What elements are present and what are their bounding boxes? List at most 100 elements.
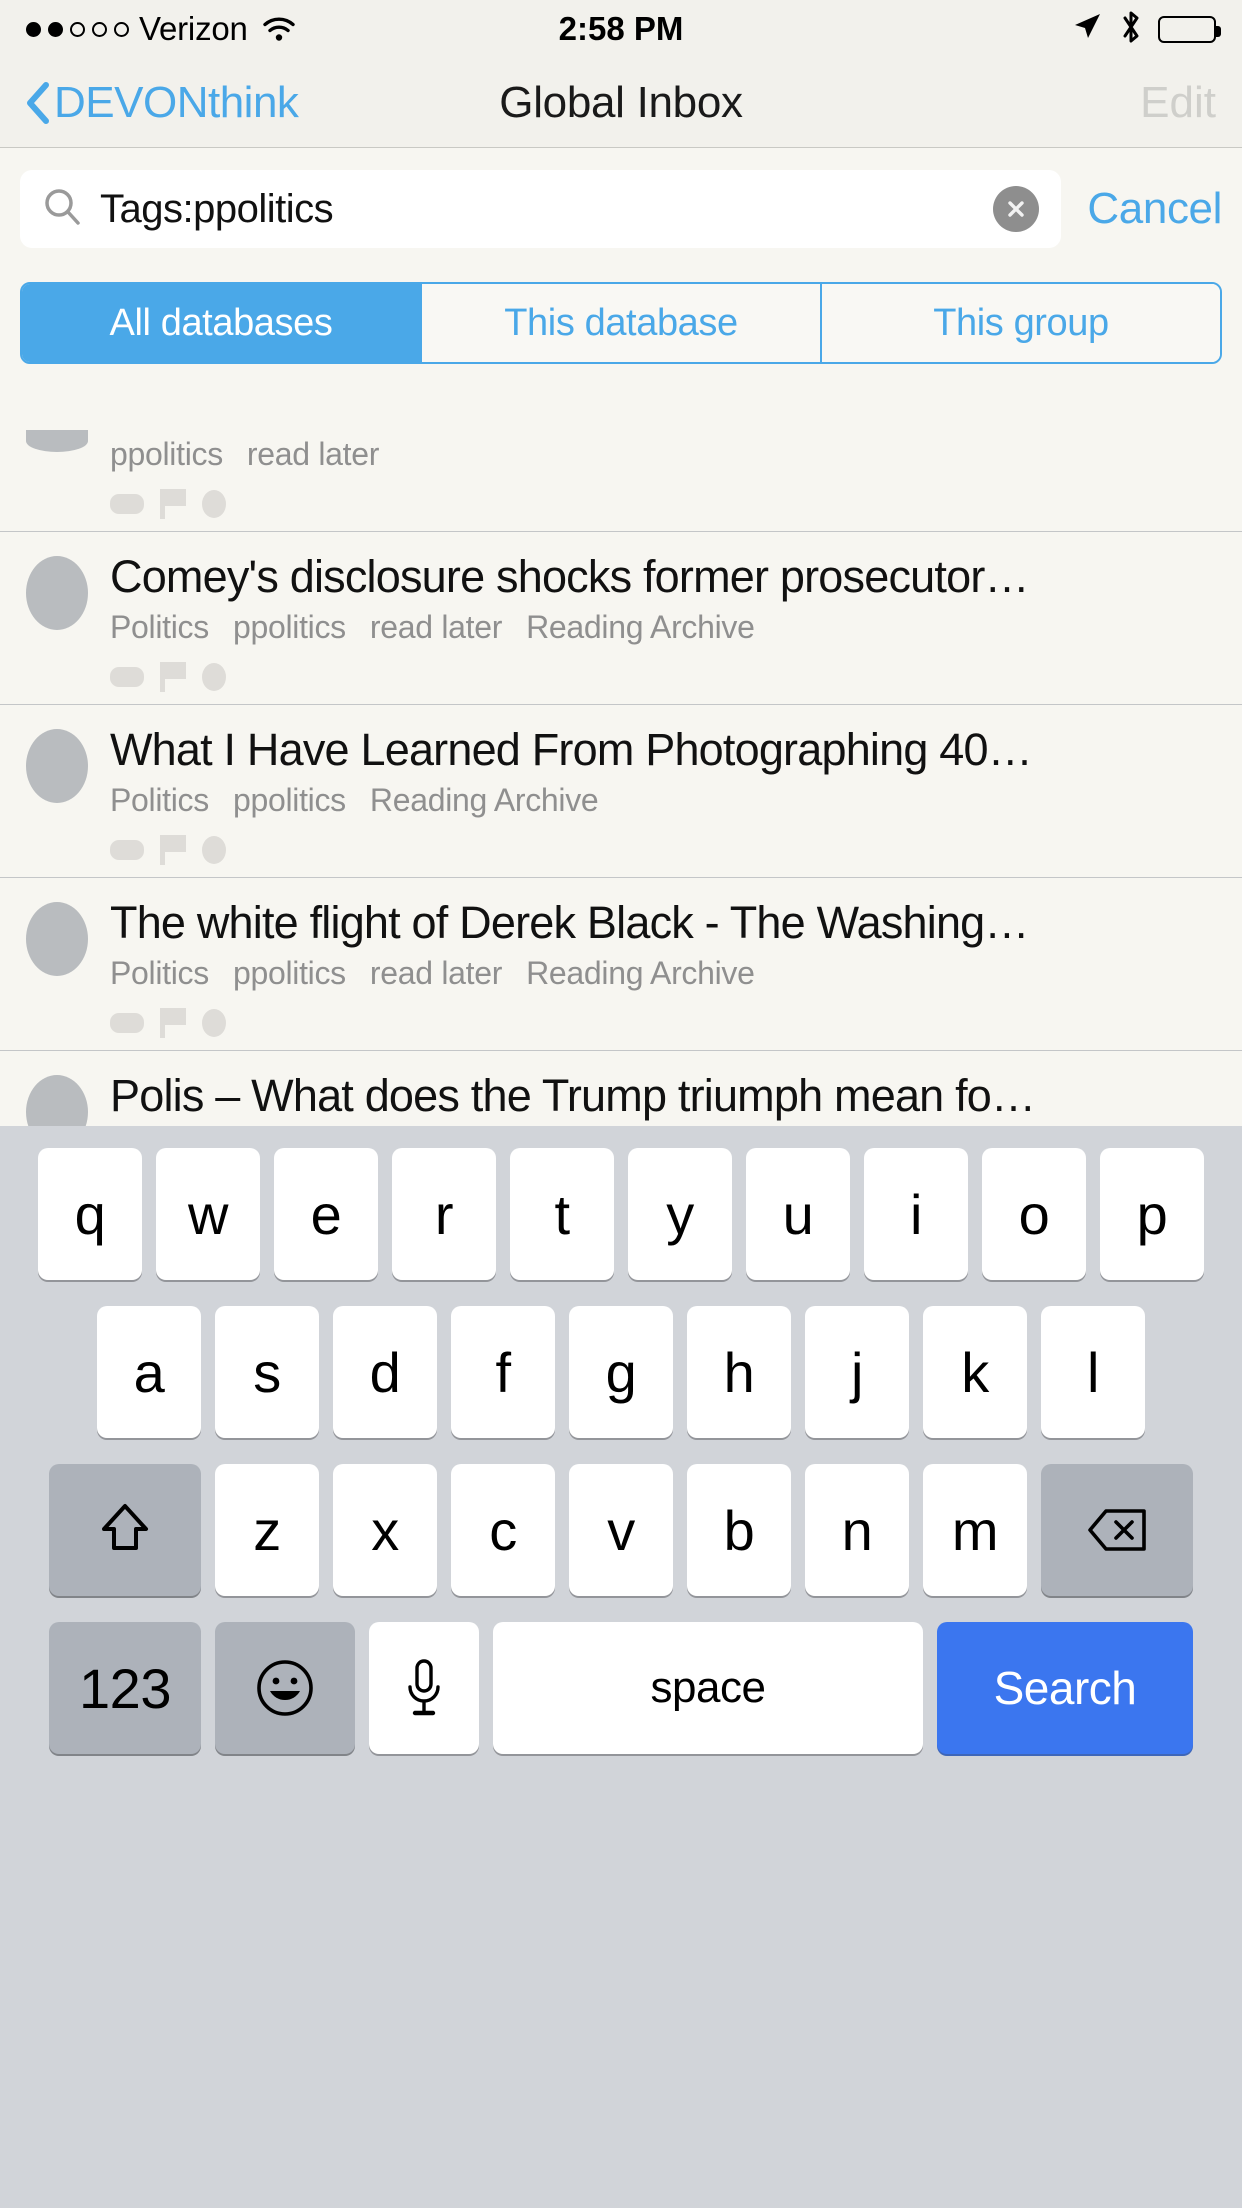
key-p[interactable]: p [1100,1148,1204,1280]
key-i[interactable]: i [864,1148,968,1280]
key-e[interactable]: e [274,1148,378,1280]
dot-icon [202,663,226,692]
key-j[interactable]: j [805,1306,909,1438]
result-tag: read later [369,609,503,646]
space-key[interactable]: space [493,1622,923,1754]
dictation-key[interactable] [369,1622,479,1754]
key-x[interactable]: x [333,1464,437,1596]
search-input-value[interactable]: Tags:ppolitics [100,187,975,232]
result-row[interactable]: The white flight of Derek Black - The Wa… [0,878,1242,1052]
label-icon [110,494,144,514]
key-b[interactable]: b [687,1464,791,1596]
key-z[interactable]: z [215,1464,319,1596]
result-tags: Politics ppolitics read later Reading Archi… [110,609,1216,646]
key-n[interactable]: n [805,1464,909,1596]
status-bar-right [1070,9,1221,50]
result-row-body: What I Have Learned From Photographing 4… [110,723,1216,866]
signal-dot-1 [26,21,41,37]
scope-segment-2[interactable]: This group [822,284,1220,362]
search-return-key[interactable]: Search [937,1622,1193,1754]
back-button-label: DEVONthink [54,77,299,127]
result-row[interactable]: Comey's disclosure shocks former prosecu… [0,532,1242,706]
result-tag: read later [369,955,503,992]
scope-segment-1[interactable]: This database [422,284,822,362]
result-tags: Politics ppolitics Reading Archive [110,782,1216,819]
result-badges [110,489,1216,519]
dot-icon [202,490,226,518]
flag-icon [160,662,186,693]
key-u[interactable]: u [746,1148,850,1280]
key-k[interactable]: k [923,1306,1027,1438]
result-tag: Politics [110,955,209,992]
clear-search-button[interactable] [993,186,1040,232]
chevron-left-icon [26,81,50,124]
key-g[interactable]: g [569,1306,673,1438]
key-f[interactable]: f [451,1306,555,1438]
result-tag: Politics [110,609,209,646]
search-bar: Tags:ppolitics Cancel [0,148,1242,248]
key-s[interactable]: s [215,1306,319,1438]
emoji-key[interactable] [215,1622,355,1754]
result-tag: Reading Archive [526,609,755,646]
flag-icon [160,835,186,866]
result-row-body: ppolitics read later [110,430,1216,519]
battery-icon [1158,15,1221,43]
signal-dot-5 [114,21,129,37]
emoji-smiley-icon [254,1657,316,1719]
key-l[interactable]: l [1041,1306,1145,1438]
search-field[interactable]: Tags:ppolitics [20,170,1062,248]
key-h[interactable]: h [687,1306,791,1438]
result-tag: Politics [110,782,209,819]
key-o[interactable]: o [982,1148,1086,1280]
status-bar-left: Verizon [26,10,296,48]
key-d[interactable]: d [333,1306,437,1438]
keyboard-row-2: asdfghjkl [0,1306,1242,1438]
result-tag: Reading Archive [369,782,599,819]
signal-dot-3 [70,21,85,37]
cancel-search-button[interactable]: Cancel [1087,184,1222,234]
search-scope-segmented-control[interactable]: All databases This database This group [20,282,1222,364]
key-w[interactable]: w [156,1148,260,1280]
result-tag: ppolitics [232,955,346,992]
result-badges [110,662,1216,693]
bluetooth-icon [1118,9,1144,50]
result-row[interactable]: ppolitics read later [0,430,1242,532]
document-thumbnail [26,729,88,804]
edit-button[interactable]: Edit [1140,78,1216,128]
key-a[interactable]: a [97,1306,201,1438]
key-q[interactable]: q [38,1148,142,1280]
backspace-key[interactable] [1041,1464,1193,1596]
flag-icon [160,1008,186,1039]
wifi-icon [262,16,296,42]
back-button[interactable]: DEVONthink [26,77,299,128]
dot-icon [202,836,226,865]
key-y[interactable]: y [628,1148,732,1280]
document-thumbnail [26,430,88,452]
result-tag: ppolitics [110,436,223,472]
key-r[interactable]: r [392,1148,496,1280]
flag-icon [160,489,186,519]
shift-key[interactable] [49,1464,201,1596]
result-badges [110,1008,1216,1039]
result-badges [110,835,1216,866]
onscreen-keyboard[interactable]: qwertyuiop asdfghjkl zxcvbnm 123 space S… [0,1126,1242,2208]
backspace-icon [1086,1507,1148,1553]
result-row[interactable]: What I Have Learned From Photographing 4… [0,705,1242,879]
key-t[interactable]: t [510,1148,614,1280]
shift-arrow-icon [98,1500,152,1560]
result-tag: ppolitics [232,782,346,819]
numbers-key[interactable]: 123 [49,1622,201,1754]
status-bar: Verizon 2:58 PM [0,0,1242,58]
keyboard-row-3-letters: zxcvbnm [215,1464,1027,1596]
keyboard-row-4: 123 space Search [0,1622,1242,1754]
key-v[interactable]: v [569,1464,673,1596]
key-m[interactable]: m [923,1464,1027,1596]
result-tag: ppolitics [232,609,346,646]
result-title: Polis – What does the Trump triumph mean… [110,1070,1036,1122]
navigation-bar: DEVONthink Global Inbox Edit [0,58,1242,148]
key-c[interactable]: c [451,1464,555,1596]
keyboard-row-3: zxcvbnm [0,1464,1242,1596]
dot-icon [202,1009,226,1038]
scope-segment-0[interactable]: All databases [22,284,422,362]
result-title: Comey's disclosure shocks former prosecu… [110,551,1030,602]
